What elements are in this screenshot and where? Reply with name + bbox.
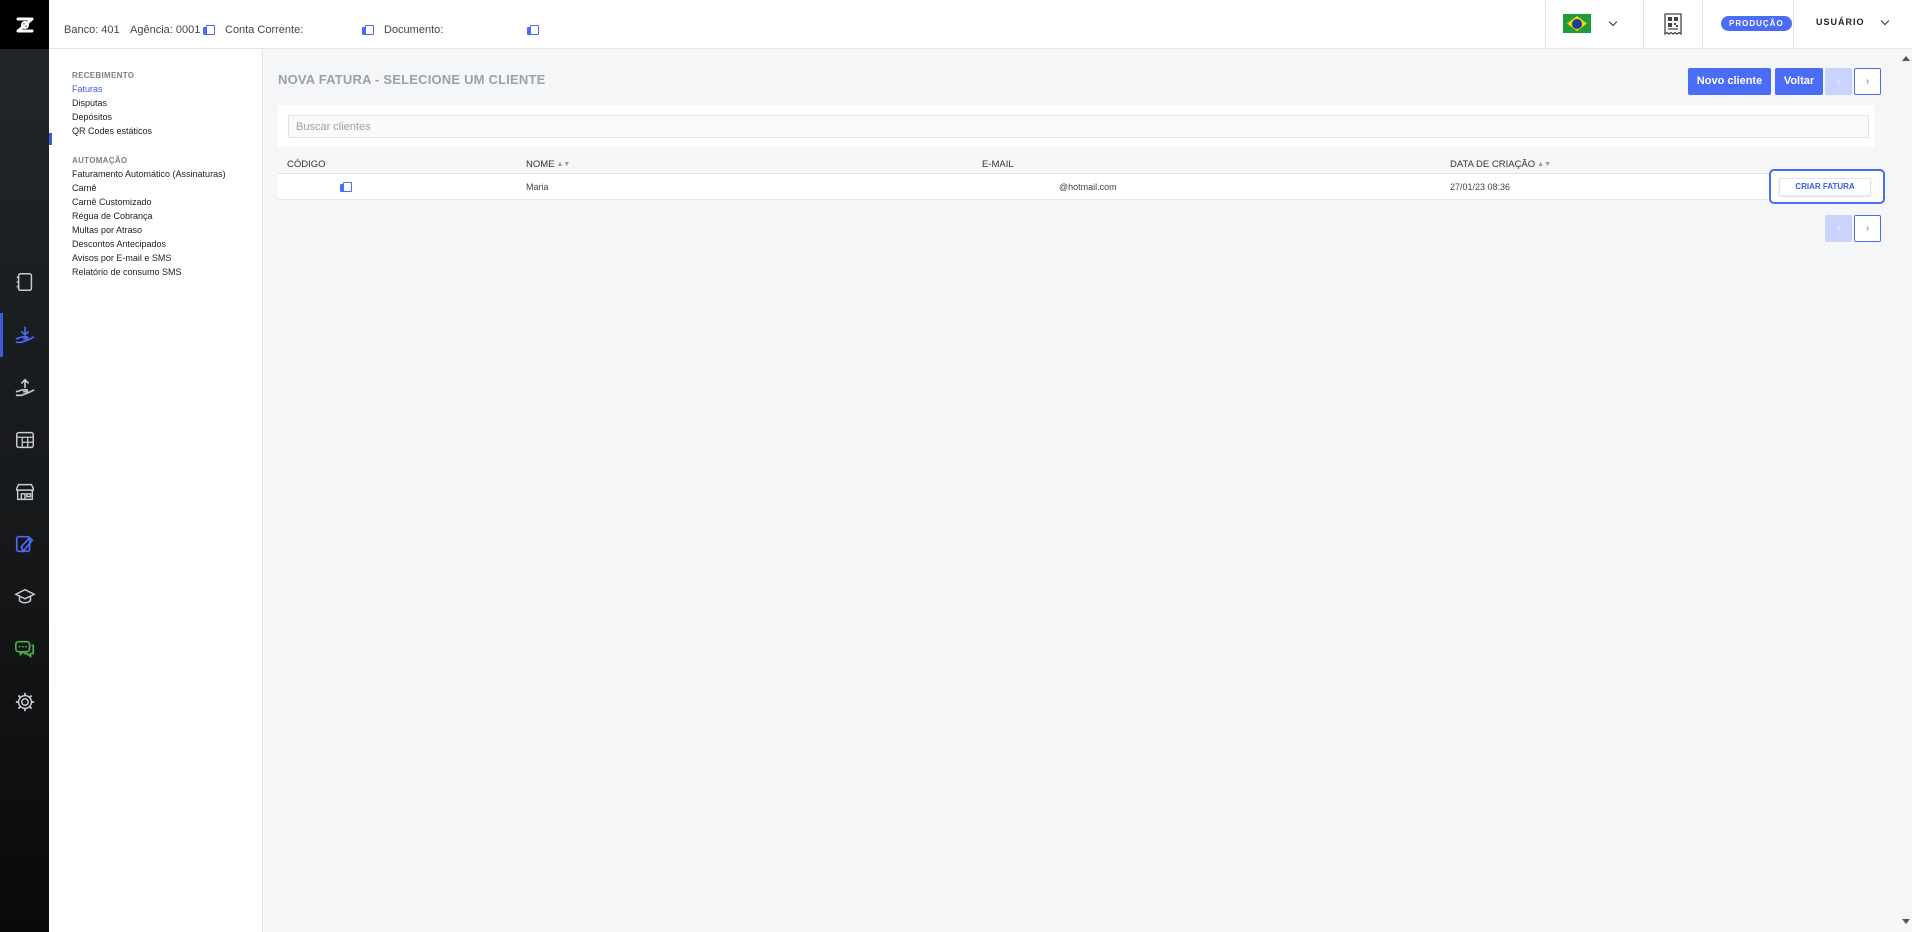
column-header-data-criacao[interactable]: DATA DE CRIAÇÃO ▲▼ [1450,159,1551,170]
client-name: Maria [526,182,549,192]
clients-table: CÓDIGO NOME ▲▼ E-MAIL DATA DE CRIAÇÃO ▲▼ M… [278,153,1874,200]
divider [1702,0,1703,48]
page-title: NOVA FATURA - SELECIONE UM CLIENTE [278,72,546,87]
secondary-sidebar: RECEBIMENTO Faturas Disputas Depósitos Q… [49,49,263,932]
copy-icon[interactable] [527,25,539,36]
search-panel [278,105,1874,147]
environment-badge[interactable]: PRODUÇÃO [1721,16,1792,31]
sidebar-item-carne[interactable]: Carnê [72,183,97,193]
chevron-down-icon[interactable] [1880,16,1890,26]
copy-icon[interactable] [362,25,374,36]
divider [1643,0,1644,48]
column-header-email[interactable]: E-MAIL [982,159,1014,170]
back-button[interactable]: Voltar [1775,68,1823,95]
new-client-button[interactable]: Novo cliente [1688,68,1771,95]
document-label: Documento: [384,24,444,36]
copy-icon[interactable] [203,24,216,36]
card-icon[interactable] [0,522,49,566]
top-bar: Banco: 401 Agência: 0001 Conta Corrente:… [49,0,1912,49]
sort-icon[interactable]: ▲▼ [1537,161,1551,168]
brazil-flag-icon[interactable] [1563,14,1591,33]
table-header: CÓDIGO NOME ▲▼ E-MAIL DATA DE CRIAÇÃO ▲▼ [278,153,1874,174]
gear-icon[interactable] [0,680,49,724]
next-page-button[interactable]: › [1854,68,1881,95]
active-indicator [49,133,52,145]
chevron-down-icon[interactable] [1608,17,1618,27]
document-info: Documento: [384,24,443,36]
create-invoice-button[interactable]: CRIAR FATURA [1779,178,1871,196]
bank-number: Banco: 401 [64,24,120,36]
next-page-button[interactable]: › [1854,215,1881,242]
sidebar-item-faturamento-automatico[interactable]: Faturamento Automático (Assinaturas) [72,169,226,179]
section-title-automacao: AUTOMAÇÃO [72,156,128,165]
search-input[interactable] [288,115,1869,138]
main-content: NOVA FATURA - SELECIONE UM CLIENTE Novo … [264,49,1900,932]
sidebar-item-multas-atraso[interactable]: Multas por Atraso [72,225,142,235]
table-row[interactable]: Maria @hotmail.com 27/01/23 08:36 [278,174,1874,200]
agency-number: Agência: 0001 [130,24,201,36]
receive-money-icon[interactable] [0,313,49,357]
user-menu[interactable]: USUÁRIO [1816,17,1865,27]
bank-info: Banco: 401 [64,24,120,36]
qr-receipt-icon[interactable] [1662,12,1684,39]
divider [1793,0,1794,48]
column-header-nome[interactable]: NOME ▲▼ [526,159,570,170]
divider [1545,0,1546,48]
graduation-cap-icon[interactable] [0,575,49,619]
sidebar-item-faturas[interactable]: Faturas [72,84,103,94]
account-info: Conta Corrente: [225,24,303,36]
section-title-recebimento: RECEBIMENTO [72,71,135,80]
chat-icon[interactable] [0,627,49,671]
prev-page-button[interactable]: ‹ [1825,68,1852,95]
sidebar-item-carne-customizado[interactable]: Carnê Customizado [72,197,152,207]
store-icon[interactable] [0,470,49,514]
icon-rail [0,0,49,932]
scroll-down-arrow[interactable] [1902,919,1910,924]
invoice-grid-icon[interactable] [0,418,49,462]
agency-info: Agência: 0001 [130,24,216,36]
send-money-icon[interactable] [0,366,49,410]
client-created-at: 27/01/23 08:36 [1450,182,1511,192]
sidebar-item-disputas[interactable]: Disputas [72,98,107,108]
scroll-up-arrow[interactable] [1902,56,1910,61]
logo-icon[interactable] [0,0,49,49]
sidebar-item-avisos-email-sms[interactable]: Avisos por E-mail e SMS [72,253,171,263]
copy-icon[interactable] [340,182,352,193]
column-header-codigo[interactable]: CÓDIGO [287,159,326,170]
sidebar-item-qr-codes[interactable]: QR Codes estáticos [72,126,152,136]
prev-page-button[interactable]: ‹ [1825,215,1852,242]
create-invoice-focus: CRIAR FATURA [1769,169,1885,204]
sidebar-item-descontos-antecipados[interactable]: Descontos Antecipados [72,239,166,249]
sidebar-item-depositos[interactable]: Depósitos [72,112,112,122]
sidebar-item-relatorio-sms[interactable]: Relatório de consumo SMS [72,267,182,277]
sidebar-item-regua-cobranca[interactable]: Régua de Cobrança [72,211,153,221]
client-email: @hotmail.com [1059,182,1117,192]
sort-icon[interactable]: ▲▼ [557,161,571,168]
notebook-icon[interactable] [0,260,49,304]
account-label: Conta Corrente: [225,24,304,36]
